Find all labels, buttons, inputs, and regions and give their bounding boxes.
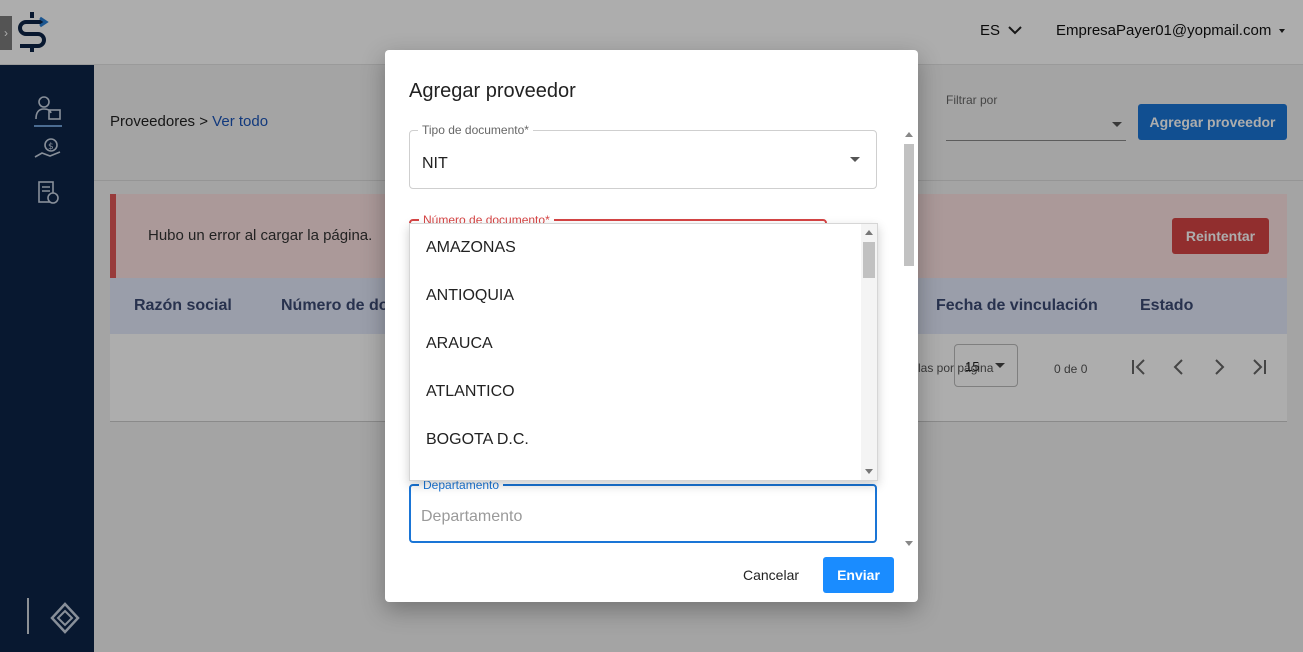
option-bogota[interactable]: BOGOTA D.C. [410,416,861,464]
document-type-label: Tipo de documento* [418,123,533,137]
scrollbar-thumb[interactable] [904,144,914,266]
option-arauca[interactable]: ARAUCA [410,320,861,368]
department-input[interactable] [421,504,861,530]
cancel-button[interactable]: Cancelar [735,563,807,587]
submit-button[interactable]: Enviar [823,557,894,593]
scroll-up-icon[interactable] [865,230,873,235]
department-field[interactable]: Departamento [409,478,877,543]
document-type-select[interactable]: Tipo de documento* NIT [409,123,877,189]
scroll-down-icon[interactable] [865,469,873,474]
scroll-up-icon[interactable] [905,132,913,137]
scrollbar-thumb[interactable] [863,242,875,278]
caret-down-icon [850,157,860,162]
scroll-down-icon[interactable] [905,541,913,546]
option-atlantico[interactable]: ATLANTICO [410,368,861,416]
option-amazonas[interactable]: AMAZONAS [410,224,861,272]
document-type-value: NIT [422,155,448,172]
dialog-title: Agregar proveedor [409,80,576,102]
dialog-scrollbar[interactable] [901,128,917,548]
option-antioquia[interactable]: ANTIOQUIA [410,272,861,320]
department-options-list: AMAZONAS ANTIOQUIA ARAUCA ATLANTICO BOGO… [409,223,878,481]
options-scrollbar[interactable] [861,224,877,480]
